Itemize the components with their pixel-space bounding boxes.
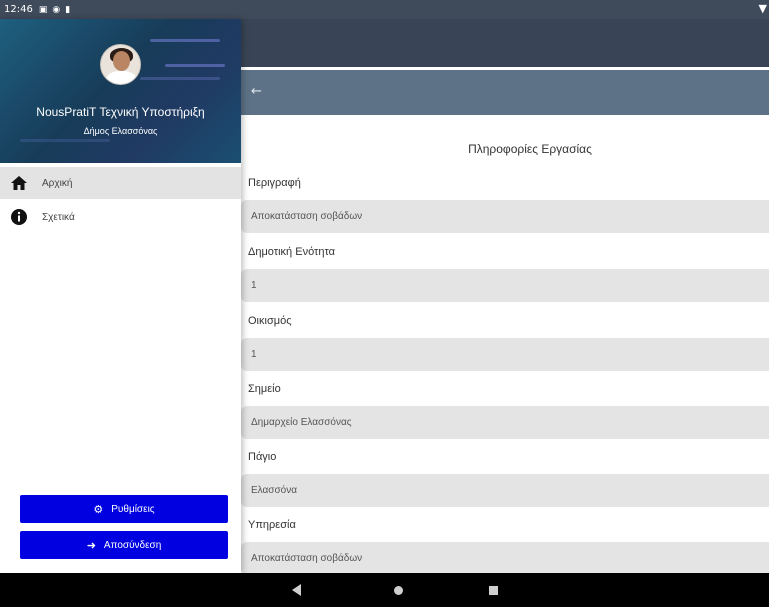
system-back-button[interactable] [281, 573, 311, 607]
info-icon [10, 208, 28, 226]
field-value-point: Δημαρχείο Ελασσόνας [241, 406, 769, 439]
field-label-asset: Πάγιο [248, 451, 277, 463]
sidebar-item-label: Αρχική [42, 177, 73, 189]
logout-icon: ➜ [86, 539, 96, 552]
field-label-service: Υπηρεσία [248, 519, 296, 531]
field-value-settlement: 1 [241, 338, 769, 371]
system-home-button[interactable] [383, 573, 413, 607]
avatar-face [113, 51, 130, 71]
toolbar: ← [241, 70, 769, 115]
app-icon: ◉ [52, 4, 61, 15]
logout-button-label: Αποσύνδεση [103, 539, 162, 551]
app-top-bar [241, 19, 769, 67]
drawer-header: NousPratiT Τεχνική Υποστήριξη Δήμος Ελασ… [0, 19, 241, 163]
field-label-point: Σημείο [248, 383, 281, 395]
field-label-municipal-unit: Δημοτική Ενότητα [248, 246, 336, 258]
notification-icon: ▮ [65, 4, 71, 15]
navigation-drawer: NousPratiT Τεχνική Υποστήριξη Δήμος Ελασ… [0, 19, 241, 573]
back-triangle-icon [291, 584, 301, 596]
sidebar-item-about[interactable]: Σχετικά [0, 201, 241, 233]
drawer-title: NousPratiT Τεχνική Υποστήριξη [36, 105, 205, 119]
status-bar: 12:46 ▣ ◉ ▮ ▼ [0, 0, 769, 19]
home-circle-icon [393, 585, 403, 595]
home-icon [10, 174, 28, 192]
field-value-municipal-unit: 1 [241, 269, 769, 302]
system-recents-button[interactable] [478, 573, 508, 607]
header-streak [20, 139, 110, 142]
gear-icon: ⚙ [93, 503, 104, 516]
header-streak [165, 64, 225, 67]
field-label-description: Περιγραφή [248, 177, 301, 189]
wifi-icon: ▼ [758, 2, 767, 15]
field-value-service: Αποκατάσταση σοβάδων [241, 542, 769, 575]
system-nav-bar [0, 573, 769, 607]
header-streak [150, 39, 220, 42]
avatar-body [106, 71, 137, 84]
settings-button-label: Ρυθμίσεις [111, 503, 155, 515]
back-arrow-icon[interactable]: ← [251, 84, 262, 99]
header-streak [140, 77, 220, 80]
status-time: 12:46 [4, 4, 33, 15]
recents-square-icon [488, 585, 498, 595]
section-title-text: Πληροφορίες Εργασίας [468, 142, 592, 156]
avatar [100, 44, 141, 85]
drawer-subtitle: Δήμος Ελασσόνας [83, 126, 158, 136]
logout-button[interactable]: ➜ Αποσύνδεση [20, 531, 228, 559]
field-value-asset: Ελασσόνα [241, 474, 769, 507]
sidebar-item-home[interactable]: Αρχική [0, 167, 241, 199]
sim-icon: ▣ [38, 4, 48, 15]
field-label-settlement: Οικισμός [248, 315, 292, 327]
field-value-description: Αποκατάσταση σοβάδων [241, 200, 769, 233]
sidebar-item-label: Σχετικά [42, 211, 75, 223]
settings-button[interactable]: ⚙ Ρυθμίσεις [20, 495, 228, 523]
section-title: Πληροφορίες Εργασίας [241, 142, 769, 156]
